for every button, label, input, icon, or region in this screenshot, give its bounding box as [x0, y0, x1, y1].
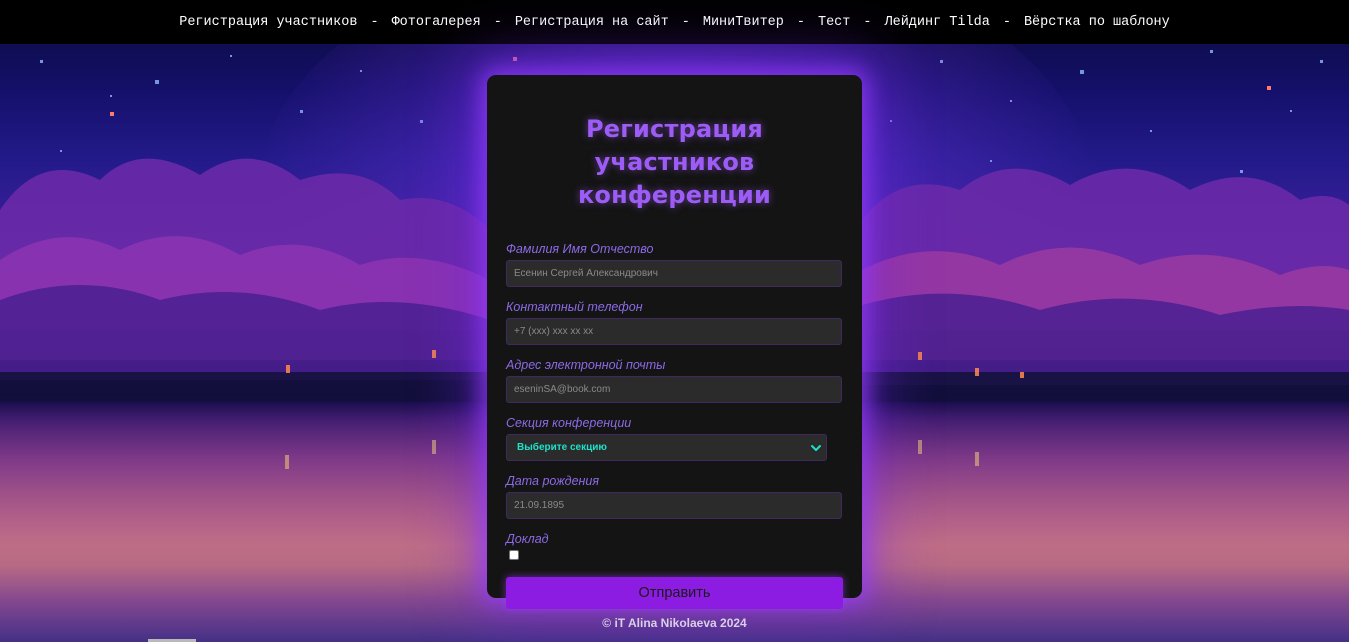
- nav-separator: -: [681, 14, 690, 30]
- nav-separator: -: [370, 14, 379, 30]
- registration-form: Регистрация участников конференции Фамил…: [487, 75, 862, 609]
- nav-separator: -: [493, 14, 502, 30]
- footer-copyright: © iT Alina Nikolaeva 2024: [602, 616, 747, 630]
- nav-link-gallery[interactable]: Фотогалерея: [392, 15, 481, 30]
- nav-link-tilda-landing[interactable]: Лейдинг Tilda: [885, 15, 990, 30]
- top-navigation: Регистрация участников - Фотогалерея - Р…: [0, 0, 1349, 44]
- report-label: Доклад: [506, 532, 549, 546]
- fio-label: Фамилия Имя Отчество: [506, 242, 654, 256]
- birthdate-input[interactable]: [506, 492, 842, 519]
- section-select-wrapper: Выберите секцию: [506, 434, 827, 461]
- birthdate-label: Дата рождения: [506, 474, 600, 488]
- section-label: Секция конференции: [506, 416, 632, 430]
- nav-separator: -: [796, 14, 805, 30]
- birthdate-field-group: Дата рождения: [506, 474, 843, 519]
- email-input[interactable]: [506, 376, 842, 403]
- email-label: Адрес электронной почты: [506, 358, 666, 372]
- form-title-line2: конференции: [577, 181, 772, 209]
- phone-field-group: Контактный телефон: [506, 300, 843, 345]
- phone-label: Контактный телефон: [506, 300, 643, 314]
- submit-button[interactable]: Отправить: [506, 577, 843, 609]
- nav-separator: -: [863, 14, 872, 30]
- nav-link-participants[interactable]: Регистрация участников: [179, 15, 357, 30]
- email-field-group: Адрес электронной почты: [506, 358, 843, 403]
- form-title: Регистрация участников конференции: [506, 113, 843, 212]
- nav-link-site-registration[interactable]: Регистрация на сайт: [515, 15, 669, 30]
- section-select[interactable]: Выберите секцию: [507, 435, 826, 460]
- report-field-group: Доклад: [506, 532, 843, 560]
- phone-input[interactable]: [506, 318, 842, 345]
- report-checkbox[interactable]: [509, 550, 519, 560]
- form-title-line1: Регистрация участников: [586, 115, 763, 176]
- nav-separator: -: [1002, 14, 1011, 30]
- nav-link-minitwitter[interactable]: МиниТвитер: [703, 15, 784, 30]
- fio-input[interactable]: [506, 260, 842, 287]
- fio-field-group: Фамилия Имя Отчество: [506, 242, 843, 287]
- section-field-group: Секция конференции Выберите секцию: [506, 416, 843, 461]
- nav-link-test[interactable]: Тест: [818, 15, 850, 30]
- nav-link-template-layout[interactable]: Вёрстка по шаблону: [1024, 15, 1170, 30]
